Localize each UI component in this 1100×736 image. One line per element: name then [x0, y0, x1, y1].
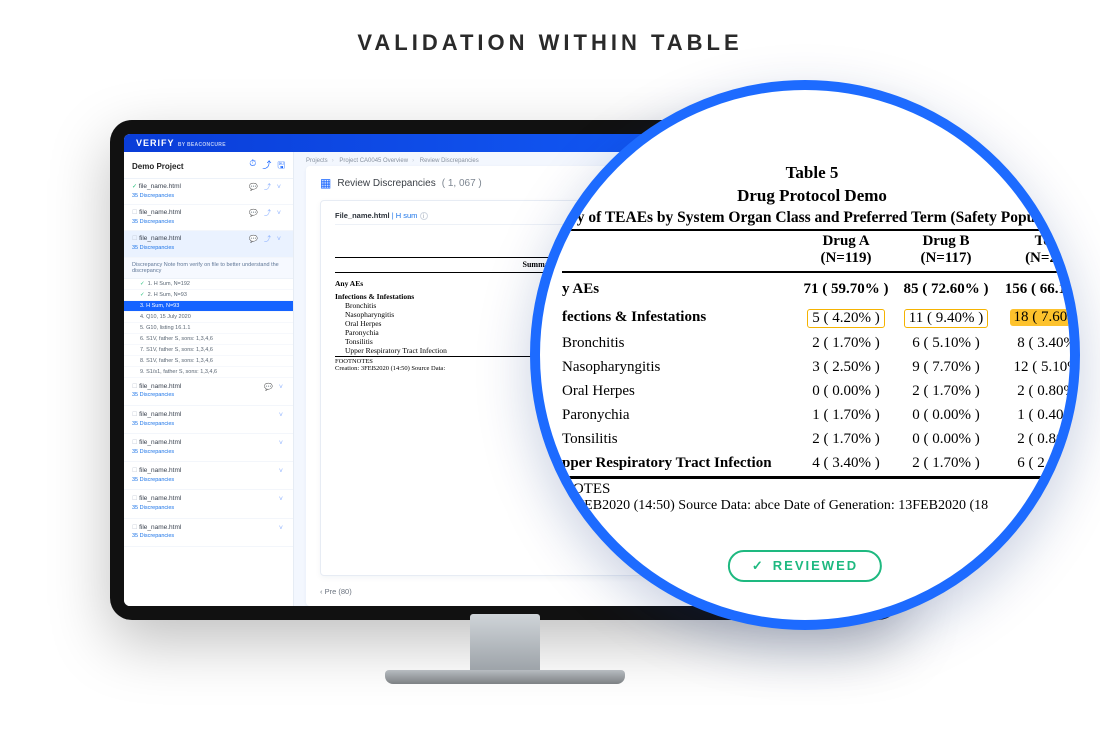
tree-item[interactable]: 5. G10, listing 16.1.1: [124, 323, 293, 334]
tree-item[interactable]: 9. S1/s1, father S, sons: 1,3,4,6: [124, 367, 293, 378]
brand-subtext: BY BEACONCURE: [178, 142, 226, 148]
table-row: Tonsilitis2 ( 1.70% )0 ( 0.00% )2 ( 0.80…: [562, 428, 1062, 452]
panel-title: Review Discrepancies: [337, 178, 435, 189]
file-context[interactable]: | H sum: [392, 211, 418, 220]
sidebar-file-item[interactable]: ☐ file_name.html💬 ⤴ ˅35 Discrepancies: [124, 205, 293, 231]
project-title: Demo Project: [132, 162, 184, 171]
sidebar-file-item[interactable]: ☐ file_name.html˅35 Discrepancies: [124, 490, 293, 518]
clock-icon[interactable]: ⏱: [249, 158, 256, 174]
mag-table-body: y AEs71 ( 59.70% )85 ( 72.60% )156 ( 66.…: [562, 273, 1062, 476]
reviewed-badge[interactable]: REVIEWED: [728, 550, 882, 582]
breadcrumb-item: Review Discrepancies: [420, 158, 479, 164]
discrepancy-count: ( 1, 067 ): [442, 178, 482, 189]
sidebar: Demo Project ⏱ ⤴ 🖫 ✓ file_name.html💬 ⤴ ˅…: [124, 152, 294, 606]
sidebar-file-item[interactable]: ☐ file_name.html💬 ˅35 Discrepancies: [124, 378, 293, 406]
monitor-stand-base: [385, 670, 625, 684]
tree-item[interactable]: 3. H Sum, N=93: [124, 301, 293, 312]
save-icon[interactable]: 🖫: [277, 158, 285, 174]
mag-title: Table 5 Drug Protocol Demo y of TEAEs by…: [562, 162, 1062, 229]
tree-item[interactable]: 8. S1V, father S, sons: 1,3,4,6: [124, 356, 293, 367]
upload-icon[interactable]: ⤴: [262, 158, 271, 174]
tree-item[interactable]: 6. S1V, father S, sons: 1,3,4,6: [124, 334, 293, 345]
table-row: fections & Infestations5 ( 4.20% )11 ( 9…: [562, 306, 1062, 332]
info-icon[interactable]: i: [420, 212, 428, 220]
tree-item[interactable]: 7. S1V, father S, sons: 1,3,4,6: [124, 345, 293, 356]
sidebar-file-item[interactable]: ☐ file_name.html˅35 Discrepancies: [124, 406, 293, 434]
tree-item[interactable]: 2. H Sum, N=93: [124, 290, 293, 301]
page-title: VALIDATION WITHIN TABLE: [0, 0, 1100, 66]
sidebar-file-item[interactable]: ☐ file_name.html💬 ⤴ ˅35 Discrepancies: [124, 231, 293, 257]
discrepancy-tree: 1. H Sum, N=1922. H Sum, N=933. H Sum, N…: [124, 279, 293, 378]
table-row: y AEs71 ( 59.70% )85 ( 72.60% )156 ( 66.…: [562, 273, 1062, 306]
discrepancy-note: Discrepancy Note from verify on file to …: [124, 258, 293, 279]
sidebar-file-item[interactable]: ☐ file_name.html˅35 Discrepancies: [124, 462, 293, 490]
mag-column-headers: Drug A(N=119) Drug B(N=117) Total(N=236): [562, 233, 1062, 273]
magnifier-lens: Table 5 Drug Protocol Demo y of TEAEs by…: [530, 80, 1080, 630]
sidebar-file-item[interactable]: ☐ file_name.html˅35 Discrepancies: [124, 434, 293, 462]
grid-icon: ▦: [320, 176, 331, 190]
mag-footnotes: NOTES : 3FEB2020 (14:50) Source Data: ab…: [562, 481, 1062, 514]
table-row: Nasopharyngitis3 ( 2.50% )9 ( 7.70% )12 …: [562, 356, 1062, 380]
brand-logo: VERIFY: [136, 138, 174, 148]
table-row: Oral Herpes0 ( 0.00% )2 ( 1.70% )2 ( 0.8…: [562, 380, 1062, 404]
table-row: pper Respiratory Tract Infection4 ( 3.40…: [562, 452, 1062, 476]
sidebar-file-item[interactable]: ☐ file_name.html˅35 Discrepancies: [124, 519, 293, 547]
sidebar-file-item[interactable]: ✓ file_name.html💬 ⤴ ˅35 Discrepancies: [124, 179, 293, 205]
breadcrumb-item[interactable]: Project CA0045 Overview: [339, 158, 408, 164]
table-row: Bronchitis2 ( 1.70% )6 ( 5.10% )8 ( 3.40…: [562, 332, 1062, 356]
tree-item[interactable]: 4. Q10, 15 July 2020: [124, 312, 293, 323]
monitor-stand-neck: [470, 614, 540, 674]
table-row: Paronychia1 ( 1.70% )0 ( 0.00% )1 ( 0.40…: [562, 404, 1062, 428]
sidebar-header: Demo Project ⏱ ⤴ 🖫: [124, 152, 293, 179]
breadcrumb-item[interactable]: Projects: [306, 158, 328, 164]
tree-item[interactable]: 1. H Sum, N=192: [124, 279, 293, 290]
prev-button[interactable]: ‹ Pre (80): [320, 587, 352, 596]
file-name: File_name.html: [335, 211, 390, 220]
